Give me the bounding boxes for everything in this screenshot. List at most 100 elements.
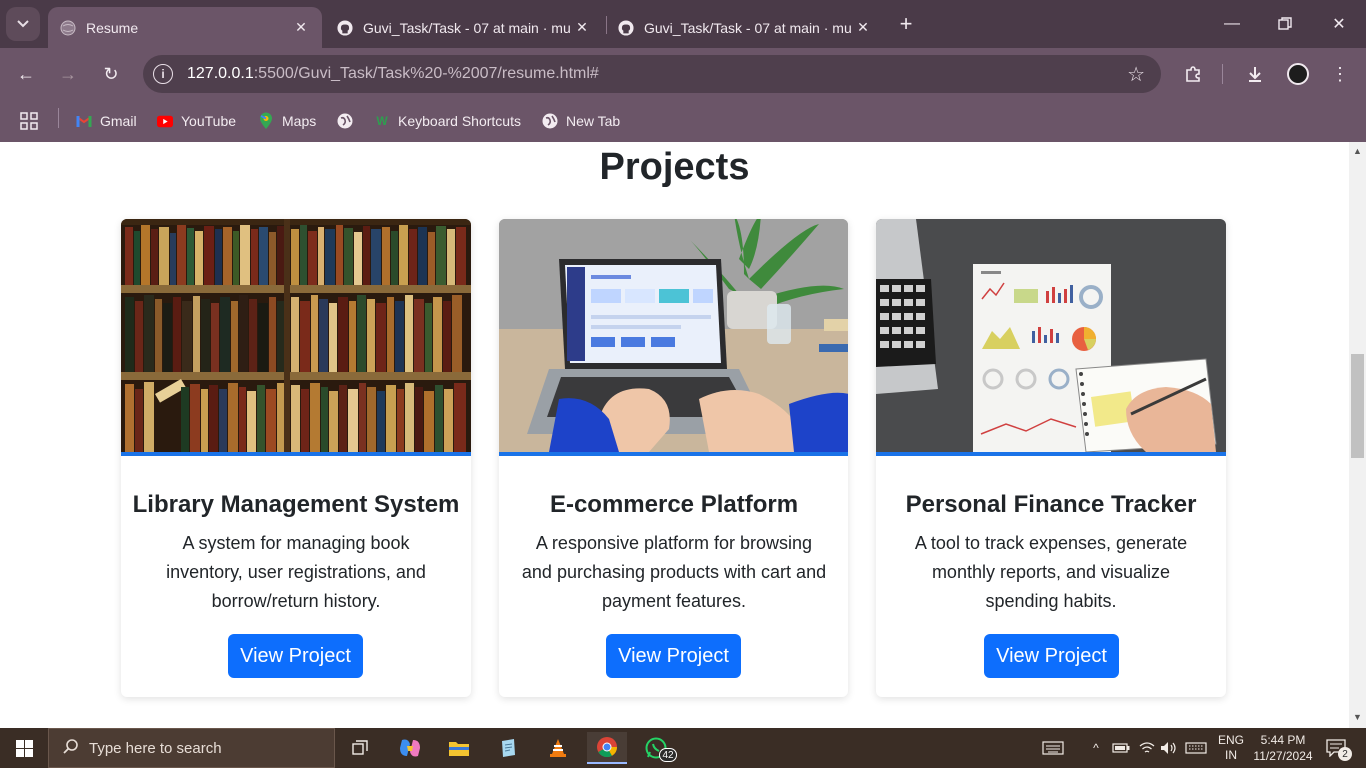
gmail-icon bbox=[76, 113, 92, 129]
minimize-button[interactable]: — bbox=[1217, 10, 1247, 38]
github-icon bbox=[618, 19, 634, 36]
bookmark-label: Gmail bbox=[100, 113, 137, 129]
bookmark-globe[interactable] bbox=[337, 109, 361, 133]
start-button[interactable] bbox=[0, 728, 48, 768]
vlc-app[interactable] bbox=[538, 732, 578, 764]
page-viewport: Projects Library Management System A sys… bbox=[0, 142, 1349, 728]
download-icon bbox=[1249, 67, 1261, 82]
chevron-up-icon: ^ bbox=[1093, 741, 1099, 755]
tab-github-1[interactable]: Guvi_Task/Task - 07 at main · mu ✕ bbox=[325, 7, 603, 48]
restore-button[interactable] bbox=[1270, 10, 1300, 38]
bookmark-star-icon[interactable]: ☆ bbox=[1127, 62, 1145, 87]
youtube-icon bbox=[157, 113, 173, 129]
reload-button[interactable]: ↻ bbox=[97, 60, 125, 88]
battery-indicator[interactable] bbox=[1110, 728, 1132, 768]
battery-icon bbox=[1112, 743, 1130, 753]
chrome-app[interactable] bbox=[587, 732, 627, 764]
section-title: Projects bbox=[599, 146, 750, 188]
toolbar: ← → ↻ i 127.0.0.1:5500/Guvi_Task/Task%20… bbox=[0, 48, 1366, 100]
url-text[interactable]: 127.0.0.1:5500/Guvi_Task/Task%20-%2007/r… bbox=[187, 65, 599, 83]
puzzle-icon bbox=[1186, 66, 1200, 82]
view-project-button[interactable]: View Project bbox=[606, 634, 741, 678]
tab-title: Guvi_Task/Task - 07 at main · mu bbox=[363, 19, 571, 36]
bookshelf-photo bbox=[121, 219, 471, 452]
tab-strip: Resume ✕ Guvi_Task/Task - 07 at main · m… bbox=[0, 0, 1366, 48]
notes-app[interactable] bbox=[488, 732, 528, 764]
clock[interactable]: 5:44 PM 11/27/2024 bbox=[1250, 728, 1316, 768]
view-project-button[interactable]: View Project bbox=[984, 634, 1119, 678]
card-accent-bar bbox=[499, 452, 848, 456]
view-project-button[interactable]: View Project bbox=[228, 634, 363, 678]
taskbar: Type here to search 42 ^ ENG IN 5:44 PM … bbox=[0, 728, 1366, 768]
tab-title: Guvi_Task/Task - 07 at main · mu bbox=[644, 19, 852, 36]
wifi-icon bbox=[1139, 742, 1155, 753]
task-view-button[interactable] bbox=[341, 732, 381, 764]
bookmark-new-tab[interactable]: New Tab bbox=[542, 109, 620, 133]
volume-indicator[interactable] bbox=[1158, 728, 1180, 768]
new-tab-button[interactable]: + bbox=[893, 11, 919, 37]
menu-button[interactable]: ⋮ bbox=[1326, 60, 1354, 88]
project-card-ecommerce: E-commerce Platform A responsive platfor… bbox=[499, 219, 848, 697]
bookmark-label: YouTube bbox=[181, 113, 237, 129]
keyboard-layout-button[interactable] bbox=[1038, 728, 1068, 768]
bookmark-gmail[interactable]: Gmail bbox=[76, 109, 137, 133]
scroll-up-arrow-icon[interactable]: ▲ bbox=[1353, 146, 1362, 156]
project-title: Library Management System bbox=[132, 491, 460, 518]
search-placeholder: Type here to search bbox=[89, 739, 222, 757]
bookmark-label: Keyboard Shortcuts bbox=[398, 113, 521, 129]
arrow-right-icon: → bbox=[59, 63, 77, 84]
language-code: ENG bbox=[1217, 733, 1244, 747]
wifi-indicator[interactable] bbox=[1136, 728, 1158, 768]
close-window-button[interactable]: ✕ bbox=[1324, 10, 1354, 38]
language-indicator[interactable]: ENG IN bbox=[1214, 728, 1248, 768]
laptop-dashboard-photo bbox=[499, 219, 848, 452]
bookmark-maps[interactable]: Maps bbox=[258, 109, 316, 133]
card-accent-bar bbox=[876, 452, 1226, 456]
notepad-icon bbox=[502, 739, 515, 757]
keyboard-icon bbox=[1185, 742, 1207, 754]
close-icon[interactable]: ✕ bbox=[854, 19, 872, 36]
bookmark-keyboard-shortcuts[interactable]: W Keyboard Shortcuts bbox=[374, 109, 521, 133]
taskbar-search[interactable]: Type here to search bbox=[48, 728, 335, 768]
back-button[interactable]: ← bbox=[12, 60, 40, 88]
tab-github-2[interactable]: Guvi_Task/Task - 07 at main · mu ✕ bbox=[606, 7, 884, 48]
bookmark-label: Maps bbox=[282, 113, 317, 129]
notification-count: 2 bbox=[1338, 747, 1352, 761]
project-description: A responsive platform for browsing and p… bbox=[521, 533, 827, 611]
toolbar-divider bbox=[1222, 64, 1223, 84]
globe-icon bbox=[542, 113, 558, 129]
region-code: IN bbox=[1225, 748, 1237, 762]
windows-logo-icon bbox=[15, 739, 33, 757]
profile-avatar[interactable] bbox=[1287, 63, 1309, 85]
globe-icon bbox=[337, 113, 353, 129]
close-icon[interactable]: ✕ bbox=[292, 19, 310, 36]
close-icon[interactable]: ✕ bbox=[573, 19, 591, 36]
apps-button[interactable] bbox=[20, 109, 38, 133]
input-indicator[interactable] bbox=[1183, 728, 1209, 768]
scroll-down-arrow-icon[interactable]: ▼ bbox=[1353, 712, 1362, 722]
extensions-button[interactable] bbox=[1179, 60, 1207, 88]
tab-resume[interactable]: Resume ✕ bbox=[48, 7, 322, 48]
speaker-icon bbox=[1161, 742, 1176, 754]
url-path: :5500/Guvi_Task/Task%20-%2007/resume.htm… bbox=[253, 65, 599, 82]
file-explorer-app[interactable] bbox=[439, 732, 479, 764]
copilot-icon bbox=[400, 739, 420, 757]
github-icon bbox=[337, 19, 353, 36]
notification-center-button[interactable]: 2 bbox=[1320, 728, 1352, 768]
touch-keyboard-icon bbox=[1042, 741, 1064, 755]
site-info-icon[interactable]: i bbox=[153, 64, 173, 84]
project-card-finance: Personal Finance Tracker A tool to track… bbox=[876, 219, 1226, 697]
address-bar[interactable]: i 127.0.0.1:5500/Guvi_Task/Task%20-%2007… bbox=[143, 55, 1161, 93]
tab-title: Resume bbox=[86, 19, 139, 36]
show-hidden-icons[interactable]: ^ bbox=[1086, 728, 1106, 768]
downloads-button[interactable] bbox=[1241, 60, 1269, 88]
plus-icon: + bbox=[899, 11, 913, 36]
tab-search-button[interactable] bbox=[6, 7, 40, 41]
forward-button[interactable]: → bbox=[54, 60, 82, 88]
keyboard-shortcuts-icon: W bbox=[376, 114, 388, 128]
bookmark-youtube[interactable]: YouTube bbox=[157, 109, 236, 133]
scrollbar-thumb[interactable] bbox=[1351, 354, 1364, 458]
page-scrollbar[interactable]: ▲ ▼ bbox=[1349, 142, 1366, 728]
copilot-app[interactable] bbox=[390, 732, 430, 764]
bookmark-label: New Tab bbox=[566, 113, 621, 129]
